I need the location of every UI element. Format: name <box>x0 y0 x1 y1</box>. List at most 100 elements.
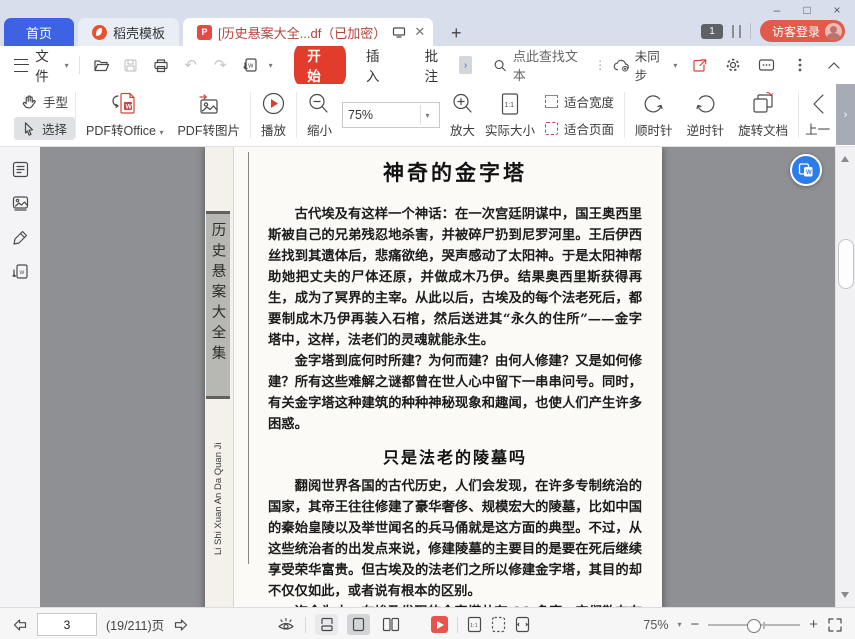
pdf-convert-float-button[interactable]: W <box>790 154 822 186</box>
new-tab-button[interactable]: + <box>443 20 469 46</box>
scroll-down-arrow[interactable] <box>841 592 849 598</box>
rotate-document-label: 旋转文档 <box>738 124 789 138</box>
slideshow-play-button[interactable] <box>431 616 449 633</box>
eye-protect-icon[interactable] <box>276 617 296 633</box>
undo-button[interactable]: ↶ <box>179 53 202 77</box>
minimize-button[interactable]: – <box>767 2 787 18</box>
previous-page-button[interactable] <box>12 617 28 633</box>
open-file-button[interactable] <box>90 53 113 77</box>
article-title: 神奇的金字塔 <box>383 160 527 185</box>
play-button[interactable]: 播放 <box>261 91 286 139</box>
fit-width-status-button[interactable] <box>515 616 530 633</box>
article-paragraph: 翻阅世界各国的古代历史，人们会发现，在许多专制统治的国家，其帝王往往修建了豪华奢… <box>268 479 642 599</box>
svg-text:w: w <box>247 63 254 70</box>
zoom-in-button[interactable]: 放大 <box>450 92 475 139</box>
maximize-button[interactable]: □ <box>797 2 817 18</box>
ribbon-tab-annotate[interactable]: 批注 <box>412 41 457 89</box>
one-to-one-icon: 1:1 <box>501 92 519 115</box>
select-tool-button[interactable]: 选择 <box>14 117 76 140</box>
rotate-document-button[interactable]: 旋转文档 <box>738 91 788 139</box>
book-spine-title-block: 历史悬案大全集 <box>206 211 230 399</box>
ribbon-tab-start[interactable]: 开始 <box>294 41 346 89</box>
outline-panel-icon[interactable] <box>12 161 29 178</box>
zoom-slider-handle[interactable] <box>746 618 761 633</box>
tab-home[interactable]: 首页 <box>4 18 74 46</box>
ribbon-toolbar: 手型 选择 W PDF转Office ▾ PDF转图片 播放 缩小 75% ▾ … <box>0 84 855 147</box>
pdf-to-office-button[interactable]: W PDF转Office ▾ <box>86 91 163 139</box>
article-paragraph: 金字塔到底何时所建？为何而建？由何人修建？又是如何修建？所有这些难解之谜都曾在世… <box>268 354 642 432</box>
cursor-arrow-icon <box>24 121 34 136</box>
svg-text:w: w <box>18 269 24 276</box>
more-menu-icon[interactable] <box>789 53 812 77</box>
play-group: 播放 <box>251 91 296 139</box>
chevron-down-icon[interactable]: ▾ <box>677 620 681 629</box>
vertical-scrollbar[interactable] <box>835 147 855 607</box>
zoom-in-plus-button[interactable]: + <box>809 617 818 632</box>
chevron-down-icon: ▾ <box>420 105 434 125</box>
thumbnail-panel-icon[interactable] <box>12 195 29 212</box>
tab-docer-templates[interactable]: 稻壳模板 <box>78 18 180 46</box>
scroll-up-arrow[interactable] <box>841 156 849 162</box>
rotate-counterclockwise-button[interactable]: 逆时针 <box>686 92 725 139</box>
actual-size-status-button[interactable]: 1:1 <box>467 616 482 633</box>
hamburger-icon[interactable] <box>14 58 30 72</box>
statusbar: (19/211)页 1:1 75% ▾ − <box>0 607 855 639</box>
window-count-badge[interactable]: 1 <box>700 23 723 39</box>
pdf-export-icon[interactable]: w <box>239 53 262 77</box>
actual-size-button[interactable]: 1:1 实际大小 <box>485 92 535 139</box>
fit-page-status-button[interactable] <box>491 616 506 633</box>
view-mode-single-page-button[interactable] <box>347 614 371 635</box>
ribbon-expand-button[interactable]: › <box>836 84 855 145</box>
view-mode-scroll-button[interactable] <box>315 614 339 635</box>
find-text-button[interactable]: 点此查找文本 ⋮ <box>493 46 606 84</box>
share-icon[interactable] <box>688 53 711 77</box>
tab-document[interactable]: P [历史悬案大全...df（已加密） ✕ <box>183 18 434 46</box>
feedback-comment-icon[interactable] <box>755 53 778 77</box>
chevron-down-icon[interactable]: ▾ <box>269 61 273 70</box>
pdf-to-image-button[interactable]: PDF转图片 <box>177 91 240 139</box>
view-mode-facing-pages-button[interactable] <box>379 614 402 635</box>
find-text-label: 点此查找文本 <box>512 49 578 83</box>
close-button[interactable]: × <box>827 2 847 18</box>
fit-width-label: 适合宽度 <box>564 96 615 110</box>
ribbon-tab-insert[interactable]: 插入 <box>353 41 405 89</box>
titlebar-right: 1 访客登录 <box>700 20 845 42</box>
wps-pdf-window: 首页 稻壳模板 P [历史悬案大全...df（已加密） ✕ + 1 访客登录 –… <box>0 0 855 639</box>
previous-view-button[interactable]: 上一 <box>805 93 830 138</box>
settings-gear-icon[interactable] <box>722 53 745 77</box>
avatar <box>825 22 842 40</box>
fullscreen-icon[interactable] <box>827 617 843 633</box>
previous-view-label: 上一 <box>805 122 831 137</box>
page-number-input[interactable] <box>37 613 97 636</box>
tab-close-icon[interactable]: ✕ <box>414 24 425 40</box>
scrollbar-thumb[interactable] <box>838 239 854 289</box>
next-page-button[interactable] <box>173 617 189 633</box>
print-button[interactable] <box>149 53 172 77</box>
document-canvas[interactable]: 历史悬案大全集 Li Shi Xuan An Da Quan Ji 神奇的金字塔… <box>40 147 835 607</box>
zoom-out-minus-button[interactable]: − <box>690 617 699 632</box>
zoom-out-button[interactable]: 缩小 <box>307 92 332 139</box>
rotate-clockwise-button[interactable]: 顺时针 <box>635 92 673 139</box>
monitor-icon[interactable] <box>392 26 406 39</box>
zoom-slider[interactable] <box>708 618 801 633</box>
play-label: 播放 <box>260 124 286 138</box>
collapse-ribbon-icon[interactable] <box>822 53 845 77</box>
pdf-to-word-panel-icon[interactable]: w <box>11 263 29 280</box>
hand-tool-button[interactable]: 手型 <box>14 90 75 113</box>
sync-status[interactable]: 未同步 ▾ <box>613 46 677 84</box>
rotate-ccw-label: 逆时针 <box>686 123 725 138</box>
annotation-pen-icon[interactable] <box>12 229 29 246</box>
redo-button[interactable]: ↷ <box>209 53 232 77</box>
zoom-percentage-label[interactable]: 75% <box>643 618 668 632</box>
annotate-expand-icon[interactable]: › <box>459 56 472 74</box>
fit-width-button[interactable]: 适合宽度 <box>545 90 614 113</box>
file-menu[interactable]: 文件 ▾ <box>35 45 68 85</box>
fit-page-button[interactable]: 适合页面 <box>545 117 614 140</box>
guest-login-label: 访客登录 <box>771 24 820 39</box>
save-button[interactable] <box>119 53 142 77</box>
window-list-icon[interactable] <box>731 24 741 38</box>
guest-login-button[interactable]: 访客登录 <box>759 20 845 42</box>
rotate-document-icon <box>753 91 773 113</box>
zoom-level-combobox[interactable]: 75% ▾ <box>342 102 440 128</box>
fit-group: 适合宽度 适合页面 <box>545 90 614 140</box>
